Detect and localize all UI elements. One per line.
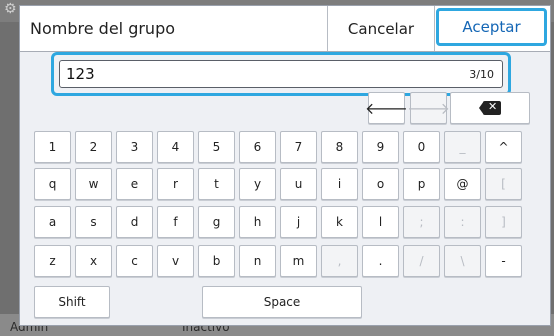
group-name-input[interactable]: 123 3/10 (59, 60, 503, 88)
keyboard-key[interactable]: 1 (34, 131, 71, 163)
keyboard-key[interactable]: - (485, 245, 522, 277)
cursor-left-button[interactable]: 🡐 (365, 92, 408, 124)
keyboard-key[interactable]: y (239, 168, 276, 200)
backspace-button[interactable]: ✕ (450, 92, 530, 124)
keyboard-key[interactable]: s (75, 206, 112, 238)
keyboard-key[interactable]: n (239, 245, 276, 277)
keyboard-key[interactable]: a (34, 206, 71, 238)
keyboard-key[interactable]: o (362, 168, 399, 200)
keyboard-key[interactable]: [ (485, 168, 522, 200)
keyboard-key[interactable]: k (321, 206, 358, 238)
keyboard-key[interactable]: ^ (485, 131, 522, 163)
keyboard-key[interactable]: d (116, 206, 153, 238)
cancel-button[interactable]: Cancelar (328, 6, 434, 51)
dialog-header: Nombre del grupo Cancelar Aceptar (20, 6, 550, 52)
keyboard-key[interactable]: v (157, 245, 194, 277)
keyboard-key[interactable]: f (157, 206, 194, 238)
accept-button[interactable]: Aceptar (436, 8, 547, 46)
keyboard-key[interactable]: : (444, 206, 481, 238)
keyboard-key[interactable]: q (34, 168, 71, 200)
keyboard-key[interactable]: \ (444, 245, 481, 277)
group-name-dialog: Nombre del grupo Cancelar Aceptar 123 3/… (19, 5, 551, 326)
dialog-title: Nombre del grupo (30, 19, 176, 38)
keyboard-key[interactable]: @ (444, 168, 481, 200)
keyboard-key[interactable]: r (157, 168, 194, 200)
keyboard-key[interactable]: b (198, 245, 235, 277)
char-counter: 3/10 (469, 68, 494, 81)
keyboard-key[interactable]: . (362, 245, 399, 277)
keyboard-key[interactable]: , (321, 245, 358, 277)
keyboard-key[interactable]: h (239, 206, 276, 238)
keyboard-key[interactable]: _ (444, 131, 481, 163)
header-divider (434, 6, 435, 51)
keyboard-key[interactable]: 4 (157, 131, 194, 163)
keyboard-key[interactable]: g (198, 206, 235, 238)
backspace-icon: ✕ (479, 100, 501, 115)
shift-key[interactable]: Shift (34, 286, 110, 318)
keyboard-key[interactable]: l (362, 206, 399, 238)
keyboard-key[interactable]: 6 (239, 131, 276, 163)
keyboard-key[interactable]: x (75, 245, 112, 277)
keyboard-key[interactable]: z (34, 245, 71, 277)
settings-icon: ⚙ (4, 1, 17, 17)
space-key[interactable]: Space (202, 286, 362, 318)
keyboard-key[interactable]: w (75, 168, 112, 200)
right-arrow-icon: 🡒 (407, 99, 450, 118)
keyboard-key[interactable]: e (116, 168, 153, 200)
input-value: 123 (66, 65, 95, 83)
input-focus-frame: 123 3/10 (51, 52, 511, 96)
keyboard-key[interactable]: 5 (198, 131, 235, 163)
keyboard-key[interactable]: u (280, 168, 317, 200)
keyboard-key[interactable]: i (321, 168, 358, 200)
keyboard-key[interactable]: 0 (403, 131, 440, 163)
left-arrow-icon: 🡐 (365, 99, 408, 118)
keyboard-key[interactable]: t (198, 168, 235, 200)
keyboard-key[interactable]: 2 (75, 131, 112, 163)
keyboard-key[interactable]: p (403, 168, 440, 200)
keyboard-key[interactable]: 9 (362, 131, 399, 163)
keyboard-key[interactable]: 8 (321, 131, 358, 163)
keyboard-key[interactable]: 7 (280, 131, 317, 163)
keyboard-key[interactable]: c (116, 245, 153, 277)
keyboard-key[interactable]: m (280, 245, 317, 277)
keyboard-key[interactable]: j (280, 206, 317, 238)
cursor-right-button[interactable]: 🡒 (407, 92, 450, 124)
keyboard-key[interactable]: ; (403, 206, 440, 238)
keyboard-key[interactable]: ] (485, 206, 522, 238)
keyboard-key[interactable]: 3 (116, 131, 153, 163)
keyboard-key[interactable]: / (403, 245, 440, 277)
